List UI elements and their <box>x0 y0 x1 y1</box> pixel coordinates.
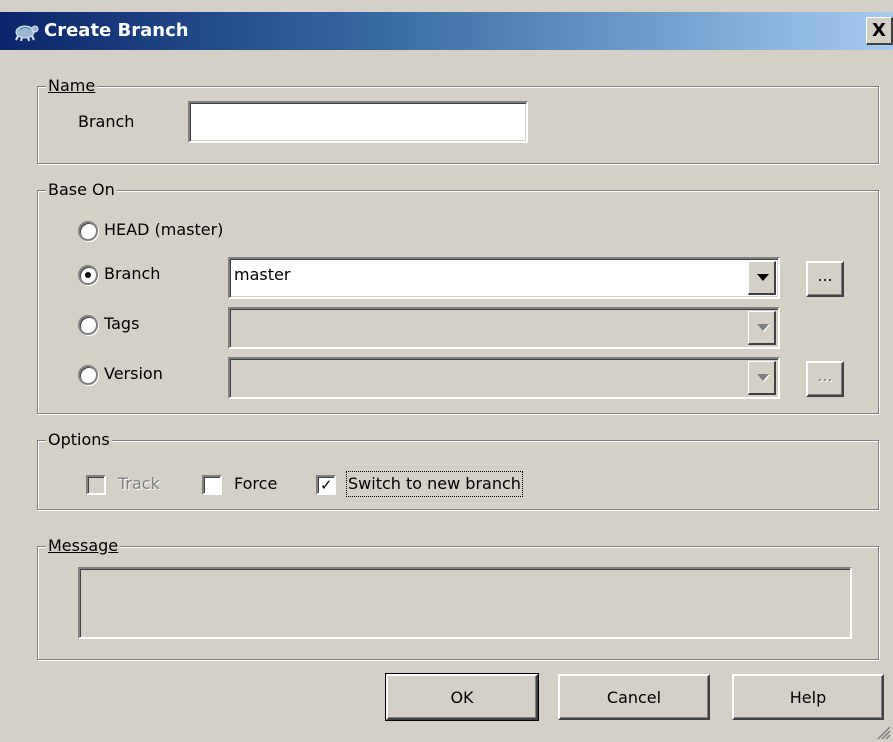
window-title: Create Branch <box>44 20 189 41</box>
create-branch-dialog: Create Branch X Name Branch Base On HEAD… <box>0 0 893 742</box>
head-label[interactable]: HEAD (master) <box>104 219 223 241</box>
cancel-button[interactable]: Cancel <box>558 674 710 720</box>
branch-browse-label: ... <box>817 266 833 285</box>
version-combobox[interactable] <box>228 357 780 399</box>
chevron-down-icon <box>757 374 769 381</box>
version-radio[interactable] <box>78 365 98 385</box>
help-label: Help <box>789 687 827 707</box>
message-legend: Message <box>46 535 121 557</box>
ok-label: OK <box>450 687 474 707</box>
chevron-down-icon <box>757 324 769 331</box>
message-group: Message <box>37 535 879 660</box>
switch-branch-checkbox[interactable]: ✓ <box>316 475 336 495</box>
close-icon: X <box>872 20 886 41</box>
head-radio[interactable] <box>78 221 98 241</box>
message-legend-text: Message <box>48 536 119 555</box>
branch-combobox[interactable]: master <box>228 257 780 299</box>
name-group: Name Branch <box>37 75 879 164</box>
checkmark-icon: ✓ <box>320 476 333 494</box>
message-textarea[interactable] <box>78 567 852 639</box>
options-group: Options Track Force ✓ Switch to new bran… <box>37 429 879 510</box>
branch-dropdown-button[interactable] <box>748 261 776 295</box>
options-legend: Options <box>46 429 112 451</box>
branch-radio-label[interactable]: Branch <box>104 263 160 285</box>
branch-browse-button[interactable]: ... <box>806 261 844 297</box>
close-button[interactable]: X <box>866 17 893 45</box>
force-label[interactable]: Force <box>234 473 277 495</box>
force-checkbox[interactable] <box>202 475 222 495</box>
name-legend-text: Name <box>48 76 96 95</box>
chevron-down-icon <box>757 274 769 281</box>
tags-radio[interactable] <box>78 315 98 335</box>
tortoise-git-icon <box>15 25 39 42</box>
branch-combobox-value: master <box>234 265 291 284</box>
help-button[interactable]: Help <box>732 674 884 720</box>
base-on-group: Base On HEAD (master) Branch master ... … <box>37 179 879 414</box>
branch-name-label: Branch <box>78 112 135 131</box>
tags-combobox[interactable] <box>228 307 780 349</box>
ok-button[interactable]: OK <box>385 673 539 721</box>
radio-selected-dot <box>85 272 91 278</box>
version-browse-button[interactable]: ... <box>806 361 844 397</box>
head-label-text: HEAD (master) <box>104 220 224 239</box>
track-label: Track <box>118 474 160 493</box>
version-dropdown-button[interactable] <box>748 361 776 395</box>
name-group-legend: Name <box>46 75 98 97</box>
base-on-legend: Base On <box>46 179 117 201</box>
track-checkbox[interactable] <box>86 475 106 495</box>
branch-name-input[interactable] <box>188 101 528 143</box>
tags-label[interactable]: Tags <box>104 313 139 335</box>
title-bar[interactable]: Create Branch X <box>0 12 893 50</box>
switch-branch-label[interactable]: Switch to new branch <box>346 471 523 497</box>
cancel-label: Cancel <box>606 687 662 707</box>
branch-radio[interactable] <box>78 265 98 285</box>
resize-grip-icon[interactable] <box>875 724 891 740</box>
tags-dropdown-button[interactable] <box>748 311 776 345</box>
version-label[interactable]: Version <box>104 363 163 385</box>
version-browse-label: ... <box>817 366 833 385</box>
